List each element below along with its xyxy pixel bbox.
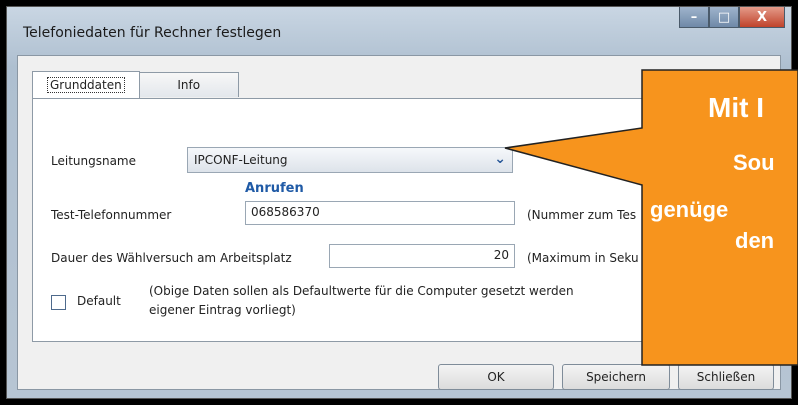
callout-text-line2: Sou <box>733 150 775 175</box>
screenshot-frame: Telefoniedaten für Rechner festlegen – □… <box>0 0 798 405</box>
callout-text-line1: Mit I <box>708 92 764 123</box>
callout-text-line3: genüge <box>650 197 729 222</box>
callout-text-line4: den <box>735 228 775 253</box>
